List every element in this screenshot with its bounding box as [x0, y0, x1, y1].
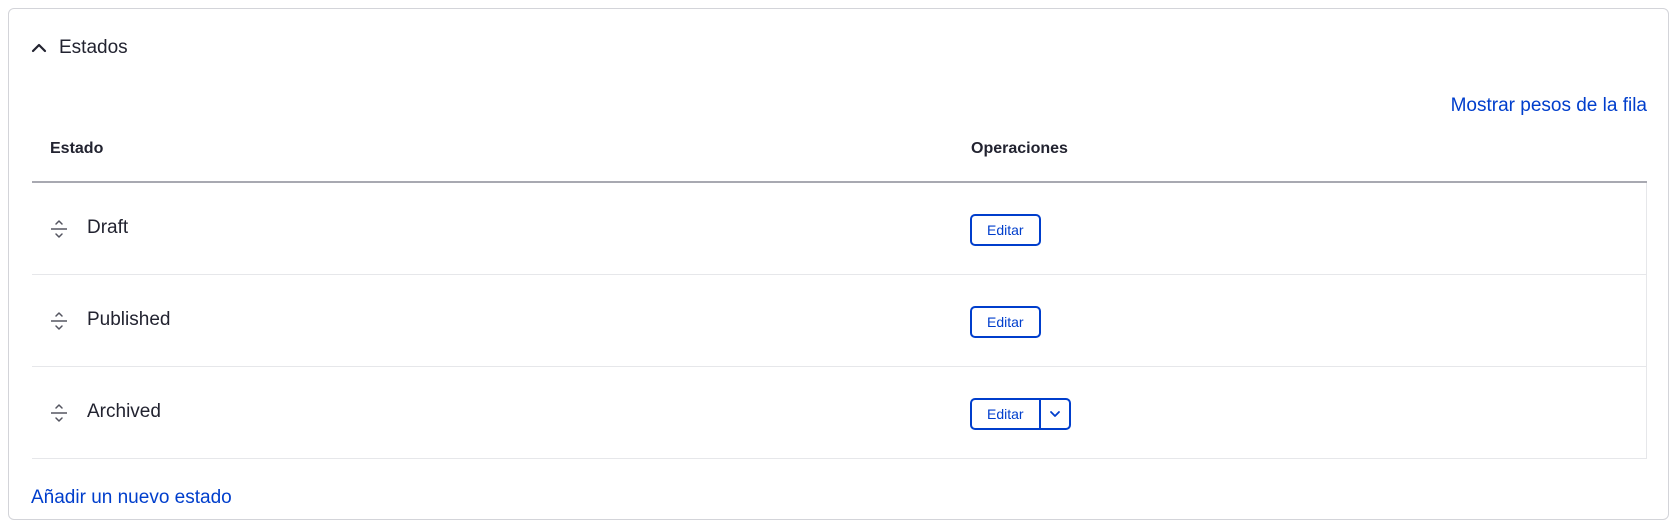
drag-handle-icon[interactable] [50, 403, 68, 423]
edit-button[interactable]: Editar [972, 400, 1039, 428]
show-row-weights-link[interactable]: Mostrar pesos de la fila [1451, 95, 1647, 117]
states-panel: Estados Mostrar pesos de la fila Estado … [8, 8, 1669, 520]
edit-button[interactable]: Editar [972, 216, 1039, 244]
operations-dropdown-toggle[interactable] [1038, 400, 1069, 428]
states-summary-title: Estados [59, 37, 128, 58]
chevron-down-icon [1049, 411, 1060, 417]
header-state: Estado [50, 140, 104, 157]
table-header: Estado Operaciones [32, 127, 1647, 183]
operations-group: Editar [970, 214, 1041, 246]
operations-group: Editar [970, 398, 1071, 430]
table-row: Archived Editar [32, 367, 1647, 459]
states-summary-toggle[interactable]: Estados [31, 33, 128, 63]
state-name: Draft [87, 217, 129, 238]
drag-handle-icon[interactable] [50, 219, 68, 239]
header-operations: Operaciones [971, 140, 1068, 157]
operations-group: Editar [970, 306, 1041, 338]
drag-handle-icon[interactable] [50, 311, 68, 331]
table-row: Draft Editar [32, 183, 1647, 275]
state-name: Archived [87, 401, 161, 422]
state-name: Published [87, 309, 171, 330]
chevron-up-icon [31, 43, 47, 53]
edit-button[interactable]: Editar [972, 308, 1039, 336]
table-row: Published Editar [32, 275, 1647, 367]
add-new-state-link[interactable]: Añadir un nuevo estado [31, 487, 232, 509]
states-table: Estado Operaciones Draft Editar Publishe… [32, 127, 1647, 459]
